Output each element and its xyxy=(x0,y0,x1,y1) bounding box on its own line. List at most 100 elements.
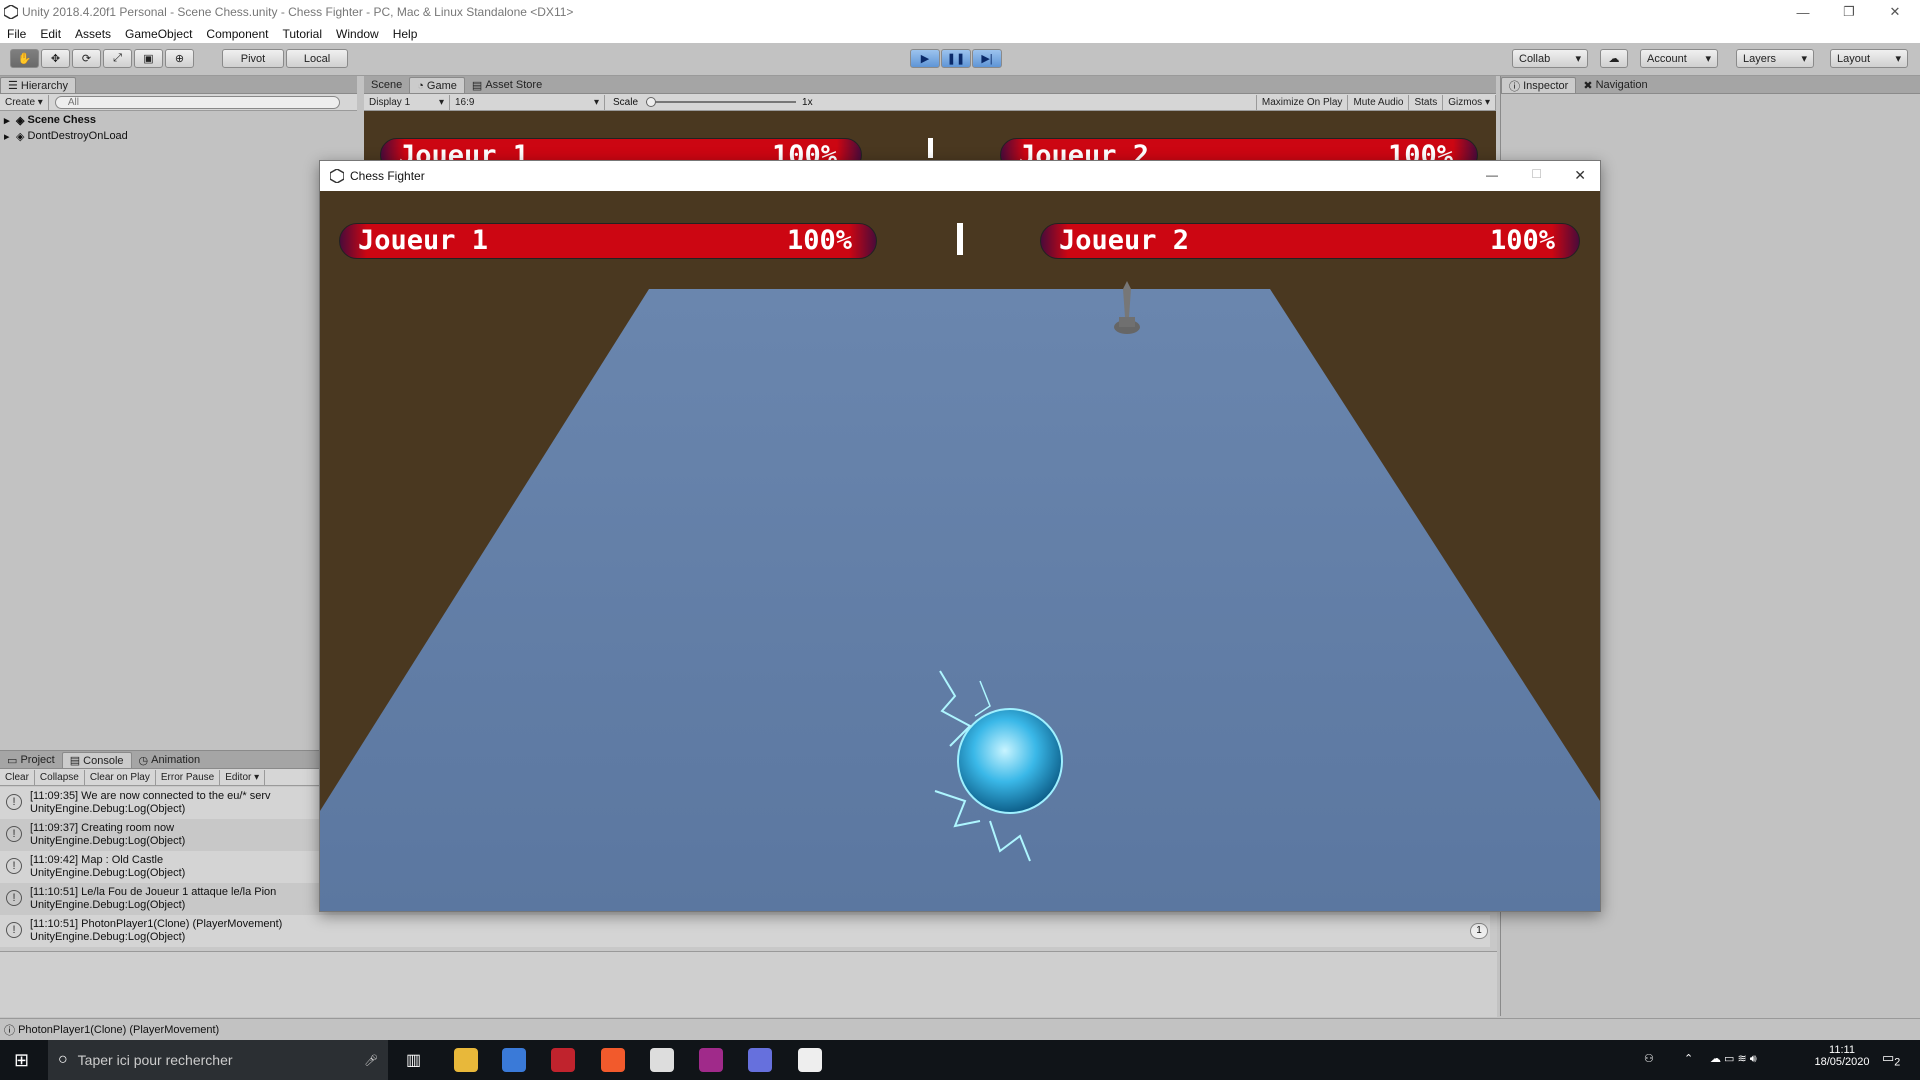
console-log-row[interactable]: ! [11:09:35] We are now connected to the … xyxy=(0,787,320,819)
editor-dropdown[interactable]: Editor ▾ xyxy=(220,769,266,785)
game-window: Chess Fighter — ☐ ✕ Joueur 1 100% Joueur… xyxy=(319,160,1601,912)
taskbar-search-box[interactable]: ○ Taper ici pour rechercher 🎤︎ xyxy=(48,1040,388,1080)
menu-help[interactable]: Help xyxy=(393,27,418,41)
tab-game[interactable]: ◔ Game xyxy=(409,77,465,93)
notification-icon: ▭ xyxy=(1882,1050,1895,1065)
stats-button[interactable]: Stats xyxy=(1409,94,1444,110)
window-title: Unity 2018.4.20f1 Personal - Scene Chess… xyxy=(22,5,574,19)
move-tool-button[interactable]: ✥ xyxy=(41,49,70,68)
menu-assets[interactable]: Assets xyxy=(75,27,111,41)
clock[interactable]: 11:11 18/05/2020 xyxy=(1812,1044,1872,1068)
gizmos-dropdown[interactable]: Gizmos ▾ xyxy=(1443,94,1496,110)
display-dropdown[interactable]: Display 1 ▾ xyxy=(364,94,450,110)
play-button[interactable]: ▶ xyxy=(910,49,940,68)
collab-dropdown[interactable]: Collab ▾ xyxy=(1512,49,1588,68)
tab-hierarchy[interactable]: ☰ Hierarchy xyxy=(0,77,76,93)
tab-inspector[interactable]: ⓘ Inspector xyxy=(1501,77,1577,93)
tab-navigation[interactable]: ✖ Navigation xyxy=(1576,77,1654,93)
slider-thumb[interactable] xyxy=(646,97,657,107)
chevron-up-icon[interactable]: ⌃ xyxy=(1684,1052,1693,1065)
log-text: [11:10:51] PhotonPlayer1(Clone) (PlayerM… xyxy=(30,918,630,944)
player2-health-bar: Joueur 2 100% xyxy=(1040,223,1580,259)
microphone-icon[interactable]: 🎤︎ xyxy=(364,1054,378,1067)
people-icon[interactable]: ⚇ xyxy=(1644,1052,1654,1065)
menu-gameobject[interactable]: GameObject xyxy=(125,27,192,41)
rotate-tool-button[interactable]: ⟳ xyxy=(72,49,101,68)
menu-window[interactable]: Window xyxy=(336,27,379,41)
rect-tool-button[interactable]: ▣ xyxy=(134,49,163,68)
expand-arrow-icon[interactable]: ▸ xyxy=(4,130,16,143)
system-tray-icons[interactable]: ☁ ▭ ≋ 🔊︎ xyxy=(1710,1052,1757,1066)
restore-button[interactable]: ❐ xyxy=(1826,0,1872,24)
asset-store-label: Asset Store xyxy=(485,79,543,91)
pivot-button[interactable]: Pivot xyxy=(222,49,284,68)
console-log-row[interactable]: ! [11:09:42] Map : Old Castle UnityEngine.… xyxy=(0,851,320,883)
game-canvas[interactable]: Joueur 1 100% Joueur 2 100% xyxy=(320,191,1600,911)
list-item[interactable]: ▸ ◈ Scene Chess xyxy=(0,112,357,128)
scene-tabbar: Scene ◔ Game ▤ Asset Store xyxy=(364,76,1496,94)
chevron-down-icon: ▾ xyxy=(1895,53,1901,65)
console-log-row[interactable]: ! [11:10:51] PhotonPlayer1(Clone) (Player… xyxy=(0,915,1490,947)
clear-button[interactable]: Clear xyxy=(0,769,35,785)
aspect-dropdown[interactable]: 16:9 ▾ xyxy=(450,94,605,110)
minimize-icon: — xyxy=(1796,4,1810,20)
menu-file[interactable]: File xyxy=(7,27,26,41)
brave-browser-icon[interactable] xyxy=(601,1048,625,1072)
tab-scene[interactable]: Scene xyxy=(364,77,409,93)
game-minimize-button[interactable]: — xyxy=(1486,168,1498,182)
game-app-icon[interactable] xyxy=(551,1048,575,1072)
menu-component[interactable]: Component xyxy=(206,27,268,41)
close-button[interactable]: ✕ xyxy=(1872,0,1918,24)
cloud-icon: ☁ xyxy=(1608,53,1620,65)
expand-arrow-icon[interactable]: ▸ xyxy=(4,114,16,127)
menu-edit[interactable]: Edit xyxy=(40,27,61,41)
layout-dropdown[interactable]: Layout ▾ xyxy=(1830,49,1908,68)
tab-asset-store[interactable]: ▤ Asset Store xyxy=(465,77,549,93)
notification-button[interactable]: ▭2 xyxy=(1882,1050,1900,1069)
clear-on-play-button[interactable]: Clear on Play xyxy=(85,769,156,785)
minimize-button[interactable]: — xyxy=(1780,0,1826,24)
game-maximize-button[interactable]: ☐ xyxy=(1531,167,1542,181)
file-explorer-icon[interactable] xyxy=(454,1048,478,1072)
step-button[interactable]: ▶| xyxy=(972,49,1002,68)
log-line1: [11:09:35] We are now connected to the e… xyxy=(30,790,271,802)
scale-slider[interactable] xyxy=(646,97,797,107)
navigation-icon: ✖ xyxy=(1583,79,1596,92)
tab-animation[interactable]: ◷ Animation xyxy=(132,752,208,768)
maximize-on-play-button[interactable]: Maximize On Play xyxy=(1255,94,1349,110)
console-log-row[interactable]: ! [11:10:51] Le/la Fou de Joueur 1 attaqu… xyxy=(0,883,320,915)
tab-console[interactable]: ▤ Console xyxy=(61,752,132,768)
error-pause-button[interactable]: Error Pause xyxy=(156,769,221,785)
create-button[interactable]: Create ▾ xyxy=(0,94,49,110)
layers-dropdown[interactable]: Layers ▾ xyxy=(1736,49,1814,68)
console-log-row[interactable]: ! [11:09:37] Creating room now UnityEngine… xyxy=(0,819,320,851)
scale-tool-button[interactable]: ⤢ xyxy=(103,49,132,68)
info-icon: ! xyxy=(6,890,22,906)
pause-icon: ❚❚ xyxy=(946,53,966,65)
media-player-icon[interactable] xyxy=(502,1048,526,1072)
collab-label: Collab xyxy=(1519,52,1551,65)
pause-button[interactable]: ❚❚ xyxy=(941,49,971,68)
list-item[interactable]: ▸ ◈ DontDestroyOnLoad xyxy=(0,128,357,144)
menu-tutorial[interactable]: Tutorial xyxy=(282,27,322,41)
transform-tool-button[interactable]: ⊕ xyxy=(165,49,194,68)
menu-bar: File Edit Assets GameObject Component Tu… xyxy=(0,24,1920,43)
hand-tool-button[interactable]: ✋ xyxy=(10,49,39,68)
local-button[interactable]: Local xyxy=(286,49,348,68)
rider-icon[interactable] xyxy=(699,1048,723,1072)
game-close-button[interactable]: ✕ xyxy=(1574,167,1586,184)
cloud-button[interactable]: ☁ xyxy=(1600,49,1628,68)
unity-hub-icon[interactable] xyxy=(650,1048,674,1072)
unity-editor-icon[interactable] xyxy=(798,1048,822,1072)
tab-project[interactable]: ▭ Project xyxy=(0,752,62,768)
discord-icon[interactable] xyxy=(748,1048,772,1072)
windows-start-button[interactable]: ⊞ xyxy=(14,1050,29,1071)
game-viewport[interactable]: Joueur 1 100% Joueur 2 100% xyxy=(364,111,1496,172)
title-bar: Unity 2018.4.20f1 Personal - Scene Chess… xyxy=(0,0,1920,24)
account-dropdown[interactable]: Account ▾ xyxy=(1640,49,1718,68)
status-text: PhotonPlayer1(Clone) (PlayerMovement) xyxy=(18,1023,220,1036)
hierarchy-search-input[interactable] xyxy=(54,95,340,109)
task-view-icon[interactable]: ▥ xyxy=(406,1050,421,1070)
mute-audio-button[interactable]: Mute Audio xyxy=(1348,94,1410,110)
collapse-button[interactable]: Collapse xyxy=(35,769,85,785)
